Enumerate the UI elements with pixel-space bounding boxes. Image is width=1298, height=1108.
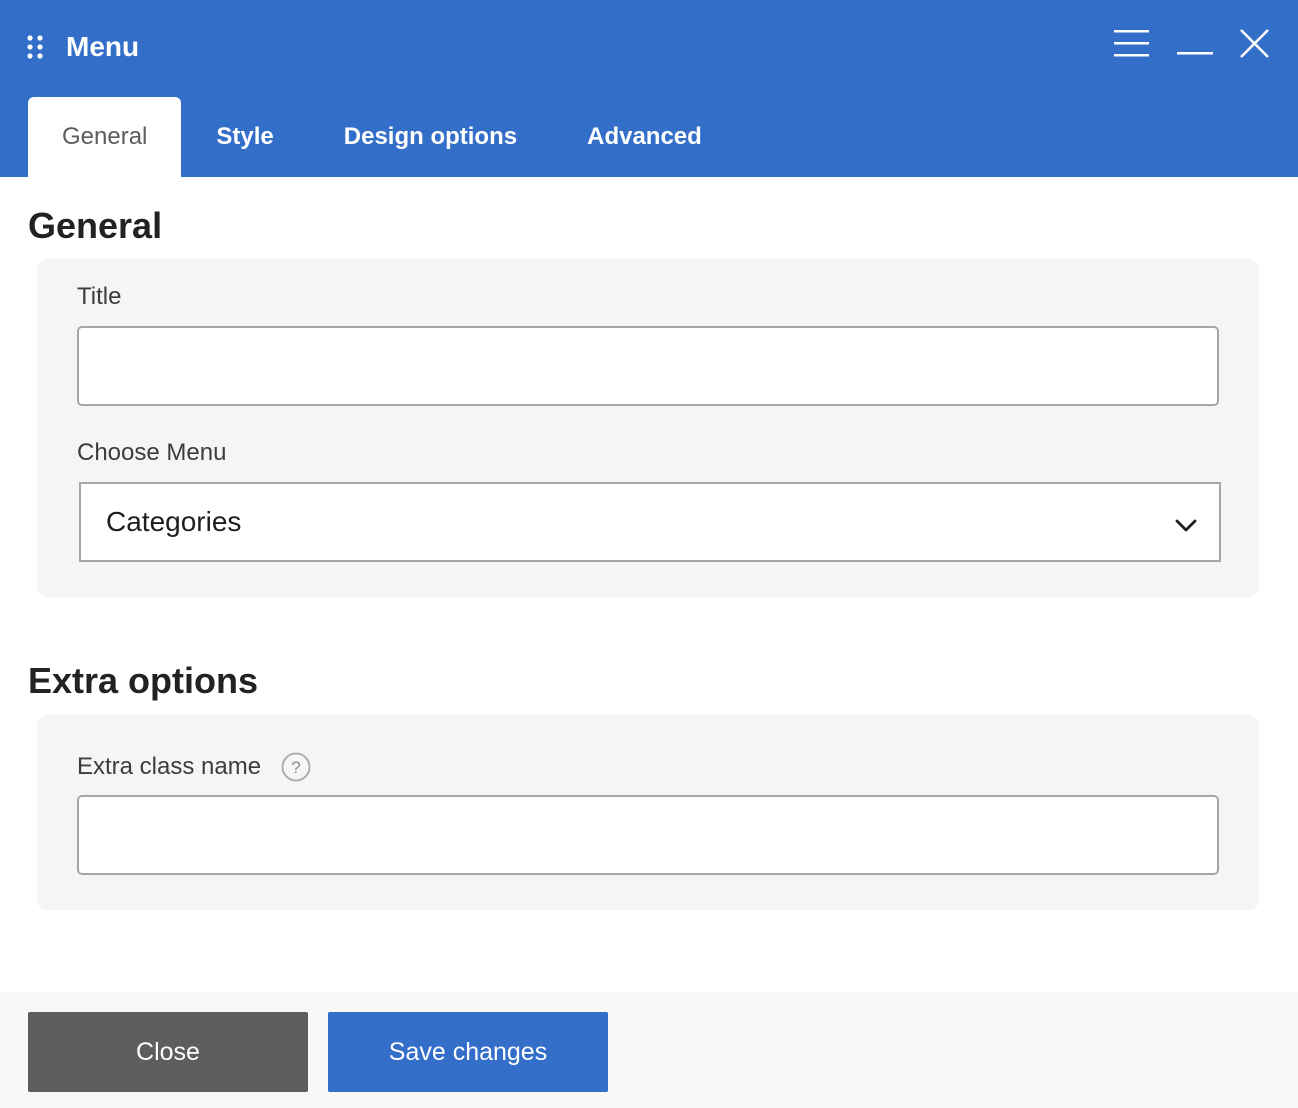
window-title: Menu	[66, 31, 140, 62]
title-label: Title	[77, 283, 122, 310]
choose-menu-selected-value: Categories	[106, 506, 242, 537]
hamburger-icon[interactable]	[1110, 24, 1154, 64]
save-changes-button[interactable]: Save changes	[328, 1012, 608, 1092]
extra-options-heading: Extra options	[28, 660, 259, 701]
menu-settings-window: Menu General Style Design options Advanc…	[0, 0, 1298, 1108]
choose-menu-label: Choose Menu	[77, 439, 227, 466]
drag-handle-icon[interactable]	[26, 35, 46, 59]
title-input[interactable]	[77, 326, 1219, 406]
tab-advanced[interactable]: Advanced	[552, 97, 737, 177]
svg-text:?: ?	[291, 758, 300, 777]
tab-style[interactable]: Style	[181, 97, 308, 177]
general-panel: Title Choose Menu Categories	[37, 259, 1259, 597]
extra-options-panel: Extra class name ?	[37, 715, 1259, 910]
extra-class-input[interactable]	[77, 795, 1219, 875]
help-icon[interactable]: ?	[281, 752, 311, 782]
general-section-heading: General	[28, 205, 163, 246]
tab-general[interactable]: General	[28, 97, 182, 177]
window-header: Menu General Style Design options Advanc…	[0, 0, 1298, 177]
close-button[interactable]: Close	[28, 1012, 308, 1092]
chevron-down-icon	[1173, 512, 1199, 538]
tab-design-options[interactable]: Design options	[309, 97, 552, 177]
extra-class-label: Extra class name	[77, 753, 262, 780]
close-icon[interactable]	[1232, 24, 1276, 64]
choose-menu-select[interactable]: Categories	[79, 482, 1221, 562]
minimize-icon[interactable]	[1173, 24, 1217, 64]
tab-bar: General Style Design options Advanced	[28, 97, 737, 177]
footer-bar: Close Save changes	[0, 992, 1298, 1108]
